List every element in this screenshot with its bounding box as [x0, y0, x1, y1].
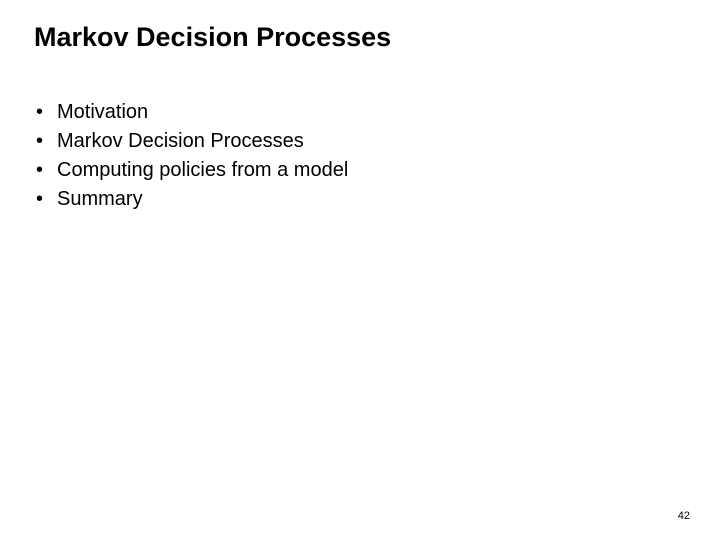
bullet-list: • Motivation • Markov Decision Processes…	[36, 99, 720, 212]
list-item: • Markov Decision Processes	[36, 128, 720, 154]
list-item: • Summary	[36, 186, 720, 212]
bullet-icon: •	[36, 157, 43, 183]
list-item: • Computing policies from a model	[36, 157, 720, 183]
bullet-text: Markov Decision Processes	[57, 128, 304, 154]
list-item: • Motivation	[36, 99, 720, 125]
bullet-text: Summary	[57, 186, 143, 212]
slide-content: • Motivation • Markov Decision Processes…	[0, 53, 720, 212]
bullet-text: Computing policies from a model	[57, 157, 348, 183]
bullet-icon: •	[36, 186, 43, 212]
page-number: 42	[678, 510, 690, 522]
bullet-icon: •	[36, 99, 43, 125]
bullet-text: Motivation	[57, 99, 148, 125]
bullet-icon: •	[36, 128, 43, 154]
slide-title: Markov Decision Processes	[0, 0, 720, 53]
